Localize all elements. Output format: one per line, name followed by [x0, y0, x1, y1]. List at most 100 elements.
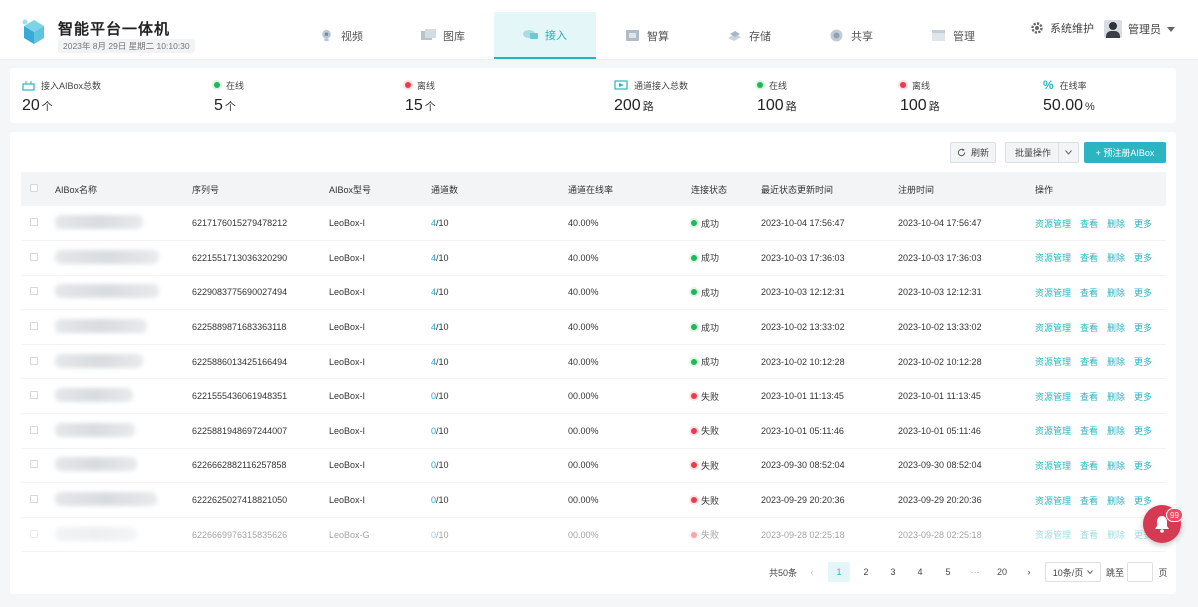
status-dot-icon	[691, 220, 697, 227]
nav-tab-compute[interactable]: 智算	[596, 12, 698, 59]
row-op-link[interactable]: 删除	[1107, 357, 1125, 367]
row-op-link[interactable]: 资源管理	[1035, 496, 1071, 506]
row-op-link[interactable]: 查看	[1080, 323, 1098, 333]
column-header[interactable]: 序列号	[192, 172, 329, 206]
row-checkbox[interactable]	[30, 391, 38, 400]
prev-page-button[interactable]: ‹	[801, 562, 823, 582]
row-op-link[interactable]: 资源管理	[1035, 253, 1071, 263]
refresh-button[interactable]: 刷新	[950, 142, 996, 163]
row-op-link[interactable]: 删除	[1107, 288, 1125, 298]
row-op-link[interactable]: 更多	[1134, 219, 1152, 229]
page-number-3[interactable]: 3	[882, 562, 904, 582]
row-op-link[interactable]: 删除	[1107, 426, 1125, 436]
row-op-link[interactable]: 删除	[1107, 253, 1125, 263]
select-all-checkbox[interactable]	[30, 184, 38, 192]
page-number-1[interactable]: 1	[828, 562, 850, 582]
nav-tab-video[interactable]: 视频	[290, 12, 392, 59]
row-op-link[interactable]: 更多	[1134, 357, 1152, 367]
next-page-button[interactable]: ›	[1018, 562, 1040, 582]
user-menu[interactable]: 管理员	[1104, 20, 1175, 38]
row-op-link[interactable]: 更多	[1134, 288, 1152, 298]
refresh-icon	[957, 148, 966, 157]
nav-tab-gallery[interactable]: 图库	[392, 12, 494, 59]
channel-total-count: /10	[436, 495, 449, 506]
page-number-4[interactable]: 4	[909, 562, 931, 582]
status-dot-icon	[691, 358, 697, 365]
row-op-link[interactable]: 查看	[1080, 426, 1098, 436]
row-op-link[interactable]: 更多	[1134, 392, 1152, 402]
row-checkbox[interactable]	[30, 218, 38, 227]
row-checkbox[interactable]	[30, 460, 38, 469]
aibox-name-redacted[interactable]	[55, 388, 133, 403]
aibox-name-redacted[interactable]	[55, 319, 147, 334]
column-header[interactable]: 通道数	[431, 172, 568, 206]
row-op-link[interactable]: 资源管理	[1035, 530, 1071, 540]
row-op-link[interactable]: 查看	[1080, 392, 1098, 402]
aibox-name-redacted[interactable]	[55, 457, 137, 472]
row-op-link[interactable]: 删除	[1107, 219, 1125, 229]
column-header[interactable]: 注册时间	[898, 172, 1035, 206]
nav-tab-manage[interactable]: 管理	[902, 12, 1004, 59]
row-op-link[interactable]: 更多	[1134, 323, 1152, 333]
row-op-link[interactable]: 查看	[1080, 461, 1098, 471]
row-checkbox[interactable]	[30, 425, 38, 434]
row-op-link[interactable]: 更多	[1134, 253, 1152, 263]
aibox-name-redacted[interactable]	[55, 526, 137, 541]
row-op-link[interactable]: 删除	[1107, 530, 1125, 540]
page-number-5[interactable]: 5	[937, 562, 959, 582]
batch-operation-dropdown[interactable]: 批量操作	[1005, 142, 1079, 163]
row-op-link[interactable]: 资源管理	[1035, 357, 1071, 367]
row-op-link[interactable]: 查看	[1080, 219, 1098, 229]
aibox-name-redacted[interactable]	[55, 215, 143, 230]
page-ellipsis[interactable]: ···	[964, 562, 986, 582]
aibox-model: LeoBox-I	[329, 495, 366, 506]
aibox-name-redacted[interactable]	[55, 353, 143, 368]
page-number-2[interactable]: 2	[855, 562, 877, 582]
column-header[interactable]: AIBox型号	[329, 172, 431, 206]
row-op-link[interactable]: 更多	[1134, 426, 1152, 436]
row-checkbox[interactable]	[30, 495, 38, 504]
nav-tab-share[interactable]: 共享	[800, 12, 902, 59]
row-op-link[interactable]: 资源管理	[1035, 392, 1071, 402]
row-op-link[interactable]: 资源管理	[1035, 461, 1071, 471]
row-op-link[interactable]: 资源管理	[1035, 288, 1071, 298]
row-op-link[interactable]: 查看	[1080, 496, 1098, 506]
row-op-link[interactable]: 删除	[1107, 461, 1125, 471]
nav-tab-storage[interactable]: 存储	[698, 12, 800, 59]
page-size-select[interactable]: 10条/页	[1045, 562, 1101, 582]
batch-operation-label: 批量操作	[1015, 148, 1052, 158]
row-op-link[interactable]: 删除	[1107, 323, 1125, 333]
row-checkbox[interactable]	[30, 356, 38, 365]
row-op-link[interactable]: 查看	[1080, 530, 1098, 540]
row-op-link[interactable]: 资源管理	[1035, 426, 1071, 436]
row-op-link[interactable]: 查看	[1080, 288, 1098, 298]
row-checkbox[interactable]	[30, 252, 38, 261]
preregister-aibox-button[interactable]: + 预注册AIBox	[1084, 142, 1166, 163]
aibox-name-redacted[interactable]	[55, 249, 159, 264]
stat-label: 离线	[912, 80, 931, 91]
column-header[interactable]: 最近状态更新时间	[761, 172, 898, 206]
row-checkbox[interactable]	[30, 287, 38, 296]
aibox-name-redacted[interactable]	[55, 422, 135, 437]
row-op-link[interactable]: 更多	[1134, 461, 1152, 471]
row-op-link[interactable]: 资源管理	[1035, 323, 1071, 333]
aibox-name-redacted[interactable]	[55, 492, 157, 507]
row-op-link[interactable]: 查看	[1080, 253, 1098, 263]
column-header[interactable]: 连接状态	[691, 172, 761, 206]
system-maintenance-button[interactable]: 系统维护	[1030, 20, 1094, 36]
connection-status: 成功	[691, 355, 761, 368]
row-checkbox[interactable]	[30, 529, 38, 538]
row-op-link[interactable]: 更多	[1134, 496, 1152, 506]
column-header[interactable]: AIBox名称	[55, 172, 192, 206]
goto-page-input[interactable]	[1127, 562, 1153, 582]
row-op-link[interactable]: 删除	[1107, 496, 1125, 506]
column-header[interactable]: 通道在线率	[568, 172, 691, 206]
aibox-name-redacted[interactable]	[55, 284, 159, 299]
row-op-link[interactable]: 查看	[1080, 357, 1098, 367]
status-dot-icon	[691, 531, 697, 538]
page-number-20[interactable]: 20	[991, 562, 1013, 582]
row-checkbox[interactable]	[30, 322, 38, 331]
row-op-link[interactable]: 删除	[1107, 392, 1125, 402]
row-op-link[interactable]: 资源管理	[1035, 219, 1071, 229]
nav-tab-access[interactable]: 接入	[494, 12, 596, 59]
